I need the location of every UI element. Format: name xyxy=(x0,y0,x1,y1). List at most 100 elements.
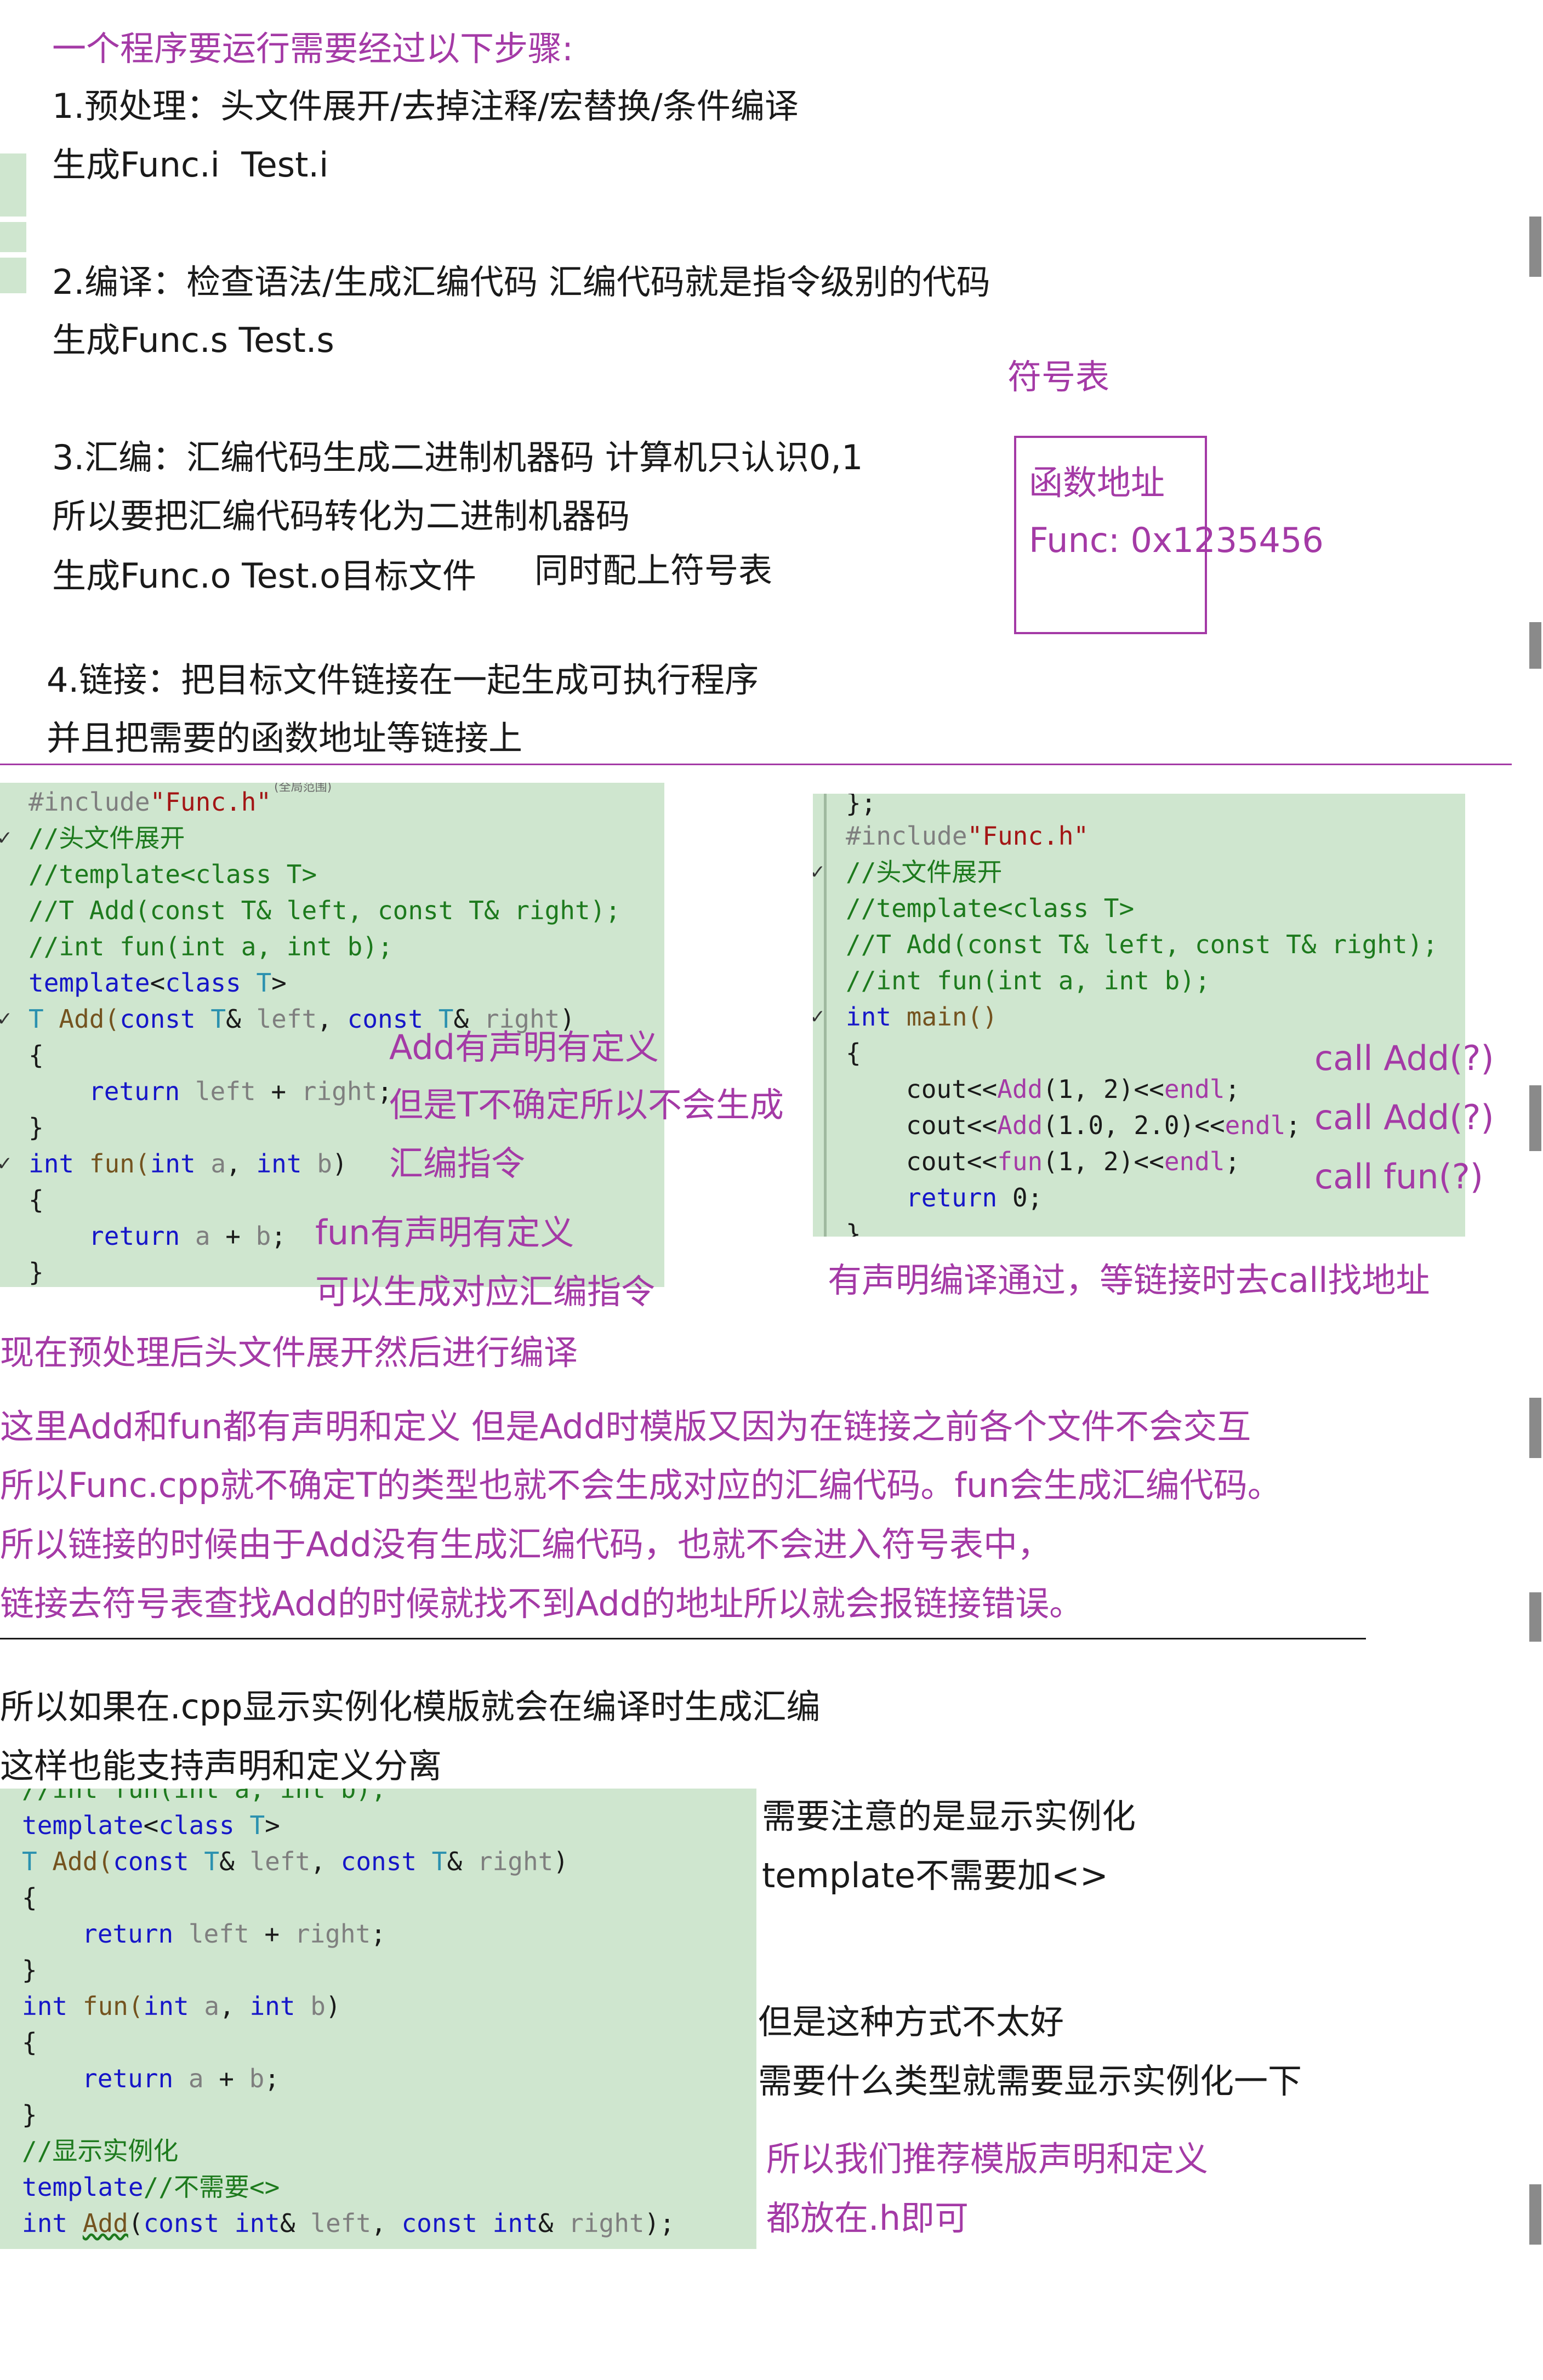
code-line: //T Add(const T& left, const T& right); xyxy=(846,930,1438,959)
code-line: template<class T> xyxy=(22,1813,280,1838)
code-line: //int fun(int a, int b); xyxy=(29,932,393,961)
code-token: < xyxy=(143,1810,159,1840)
code-line: #include"Func.h" xyxy=(29,789,271,815)
code-token: right xyxy=(477,1847,554,1876)
code-token: endl xyxy=(1164,1147,1225,1176)
code-token: + xyxy=(210,1221,256,1251)
annotation-add-declared: Add有声明有定义 xyxy=(389,1027,659,1067)
symbol-box-title: 函数地址 xyxy=(1029,463,1165,503)
code-line: } xyxy=(846,1219,861,1237)
left-gutter-highlight xyxy=(0,153,26,217)
code-token: left xyxy=(256,1004,317,1034)
annotation-asm-instr: 汇编指令 xyxy=(389,1143,526,1183)
code-token: , xyxy=(371,2208,402,2238)
code-token: b xyxy=(295,1991,326,2021)
code-line: template//不需要<> xyxy=(22,2174,280,2200)
code-token: right xyxy=(294,1919,371,1949)
step1-output: 生成Func.i Test.i xyxy=(52,145,329,185)
code-line: }; xyxy=(846,794,876,818)
step2-text: 2.编译：检查语法/生成汇编代码 汇编代码就是指令级别的代码 xyxy=(52,262,990,302)
step4-desc: 并且把需要的函数地址等链接上 xyxy=(47,718,523,758)
code-token: (1.0, 2.0)<< xyxy=(1043,1111,1225,1140)
code-line: return a + b; xyxy=(89,1223,286,1249)
code-token: return xyxy=(89,1221,180,1251)
code-token: , xyxy=(226,1149,257,1178)
code-token: int xyxy=(22,2208,68,2238)
scrollbar-segment[interactable] xyxy=(1529,217,1541,277)
code-token: const xyxy=(143,2208,220,2238)
code-line: //int fun(int a, int b); xyxy=(22,1789,386,1804)
code-token: ; xyxy=(264,2064,280,2093)
code-token: return xyxy=(82,1919,174,1949)
code-token: int xyxy=(256,1149,302,1178)
step4-text: 4.链接：把目标文件链接在一起生成可执行程序 xyxy=(47,660,759,700)
code-token: cout<< xyxy=(906,1111,998,1140)
instantiation-line-1: 所以如果在.cpp显示实例化模版就会在编译时生成汇编 xyxy=(0,1687,821,1727)
fold-check-icon[interactable]: ✓ xyxy=(813,1005,824,1027)
code-token: b xyxy=(301,1149,332,1178)
code-token: + xyxy=(255,1077,301,1106)
code-token: left xyxy=(249,1847,311,1876)
code-token: ; xyxy=(271,1221,287,1251)
symbol-entry-right: 35456 xyxy=(1215,520,1324,560)
code-token: return xyxy=(82,2064,174,2093)
fold-check-icon[interactable]: ✓ xyxy=(0,827,11,849)
code-token: T xyxy=(241,968,272,998)
code-token: , xyxy=(310,1847,341,1876)
step3-output: 生成Func.o Test.o目标文件 xyxy=(52,556,477,596)
code-token: , xyxy=(219,1991,250,2021)
code-token: const xyxy=(119,1004,196,1034)
code-line: //int fun(int a, int b); xyxy=(846,966,1210,995)
code-line: } xyxy=(22,1955,37,1985)
code-token: left xyxy=(180,1077,256,1106)
code-token: int xyxy=(249,1991,295,2021)
code-token: const xyxy=(340,1847,417,1876)
code-token: > xyxy=(265,1810,280,1840)
code-token: b xyxy=(255,1221,271,1251)
code-token: (1, 2)<< xyxy=(1043,1147,1164,1176)
left-gutter-highlight xyxy=(0,258,26,293)
scrollbar-segment[interactable] xyxy=(1529,2184,1541,2245)
code-line: //显示实例化 xyxy=(22,2136,179,2166)
scrollbar-segment[interactable] xyxy=(1529,1085,1541,1151)
code-token: cout<< xyxy=(906,1074,998,1104)
code-token: return xyxy=(906,1183,998,1212)
code-token: right xyxy=(301,1077,378,1106)
code-token: int xyxy=(150,1149,196,1178)
symbol-entry-left: Func: 0x12 xyxy=(1029,520,1216,560)
symbol-box-entry: Func: 0x1235456 xyxy=(1029,523,1324,557)
code-line: cout<<Add(1, 2)<<endl; xyxy=(906,1077,1240,1102)
note-explicit-instantiation: 需要注意的是显示实例化 xyxy=(762,1796,1136,1836)
code-token: int xyxy=(846,1002,892,1032)
explanation-line-1: 现在预处理后头文件展开然后进行编译 xyxy=(0,1333,578,1373)
code-token: & xyxy=(226,1004,257,1034)
fold-check-icon[interactable]: ✓ xyxy=(813,861,824,882)
fold-check-icon[interactable]: ✓ xyxy=(0,1152,11,1174)
code-token: ; xyxy=(1225,1074,1240,1104)
scrollbar-segment[interactable] xyxy=(1529,1592,1541,1642)
code-token: //不需要<> xyxy=(143,2172,280,2202)
code-token: T xyxy=(29,1004,44,1034)
code-token: Add( xyxy=(37,1847,113,1876)
section-divider xyxy=(0,764,1512,765)
code-token: & xyxy=(219,1847,250,1876)
section-heading: 一个程序要运行需要经过以下步骤: xyxy=(52,29,573,69)
scrollbar-segment[interactable] xyxy=(1529,622,1541,669)
code-token: const xyxy=(113,1847,189,1876)
code-token: #include xyxy=(29,787,150,817)
code-token: T xyxy=(22,1847,37,1876)
scrollbar-segment[interactable] xyxy=(1529,1398,1541,1458)
instantiation-line-2: 这样也能支持声明和定义分离 xyxy=(0,1746,442,1786)
step1-text: 1.预处理：头文件展开/去掉注释/宏替换/条件编译 xyxy=(52,86,799,126)
code-token: Add xyxy=(997,1111,1043,1140)
code-token: return xyxy=(89,1077,180,1106)
fold-check-icon[interactable]: ✓ xyxy=(0,1007,11,1029)
code-margin-line xyxy=(824,794,827,1237)
code-token: ; xyxy=(1225,1147,1240,1176)
explanation-line-2: 这里Add和fun都有声明和定义 但是Add时模版又因为在链接之前各个文件不会交… xyxy=(0,1407,1251,1447)
code-token: Add xyxy=(82,2208,128,2238)
code-token: a xyxy=(195,1149,226,1178)
code-token: main() xyxy=(891,1002,998,1032)
code-token: T xyxy=(417,1847,447,1876)
